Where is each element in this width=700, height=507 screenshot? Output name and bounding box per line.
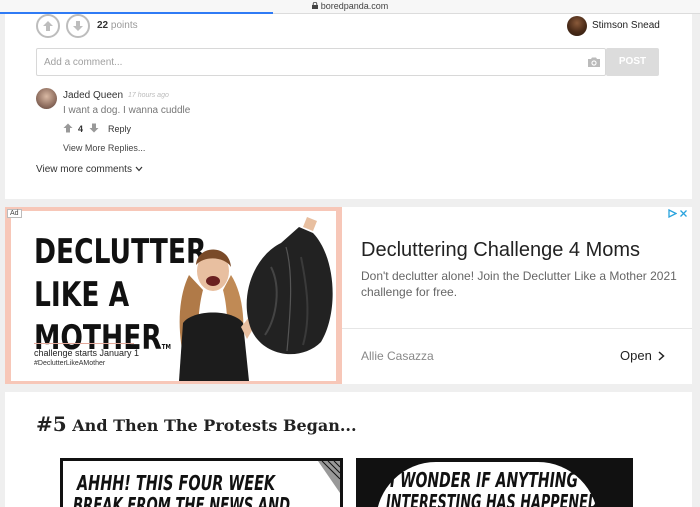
article-title-text: And Then The Protests Began...: [72, 416, 357, 435]
arrow-up-icon: [43, 21, 53, 31]
url-display[interactable]: boredpanda.com: [0, 1, 700, 11]
comic-text-line: BREAK FROM THE NEWS AND: [73, 493, 291, 507]
camera-icon[interactable]: [587, 56, 601, 68]
points-count: 22 points: [97, 20, 138, 31]
browser-url-bar[interactable]: boredpanda.com: [0, 0, 700, 14]
ad-advertiser: Allie Casazza: [361, 349, 434, 363]
lock-icon: [311, 2, 318, 9]
commenter-name[interactable]: Jaded Queen: [63, 90, 123, 101]
ad-label: Ad: [7, 209, 22, 218]
comment-downvote-icon[interactable]: [89, 123, 99, 133]
comic-text-line: AHHH! THIS FOUR WEEK: [77, 471, 276, 495]
ad-title[interactable]: Decluttering Challenge 4 Moms: [361, 239, 640, 262]
comic-text-line: I WONDER IF ANYTHING: [390, 468, 579, 492]
arrow-down-icon: [73, 21, 83, 31]
ad-banner-divider: [34, 343, 134, 344]
trash-bag-photo: [246, 217, 333, 355]
view-more-replies-link[interactable]: View More Replies...: [63, 143, 145, 153]
comment-vote-count: 4: [78, 124, 84, 134]
downvote-button[interactable]: [66, 14, 90, 38]
article-item: #5 And Then The Protests Began... AHHH! …: [5, 392, 692, 507]
article-number: #5: [36, 412, 67, 436]
ad-divider: [342, 328, 692, 329]
view-more-comments-link[interactable]: View more comments: [36, 164, 143, 175]
view-more-comments-label: View more comments: [36, 164, 132, 175]
comment-input[interactable]: [37, 49, 577, 75]
points-label: points: [110, 20, 138, 31]
ad-open-label: Open: [620, 348, 652, 363]
author-name[interactable]: Stimson Snead: [592, 20, 660, 31]
points-value: 22: [97, 20, 109, 31]
advertisement[interactable]: Ad DECLUTTER LIKE A MOTHERTM challenge s…: [5, 207, 692, 384]
ad-banner-inner: DECLUTTER LIKE A MOTHERTM challenge star…: [11, 211, 336, 381]
ad-banner-hashtag: #DeclutterLikeAMother: [34, 360, 106, 367]
chevron-down-icon: [135, 166, 143, 172]
post-comment-button[interactable]: POST: [606, 48, 659, 76]
ad-description: Don't declutter alone! Join the Declutte…: [361, 269, 677, 299]
ad-open-button[interactable]: Open: [620, 348, 665, 363]
comment-text: I want a dog. I wanna cuddle: [63, 105, 191, 116]
author-avatar[interactable]: [567, 16, 587, 36]
comic-hatching: [318, 461, 340, 493]
ad-banner-subtitle: challenge starts January 1: [34, 348, 140, 358]
ad-choices[interactable]: [668, 209, 688, 218]
comic-panel-2[interactable]: I WONDER IF ANYTHING INTERESTING HAS HAP…: [356, 458, 633, 507]
reply-link[interactable]: Reply: [108, 124, 131, 134]
comments-section: 22 points Stimson Snead POST Jaded Queen…: [5, 14, 692, 199]
url-text: boredpanda.com: [320, 1, 389, 11]
ad-choices-icon[interactable]: [668, 209, 677, 218]
comic-panel-1[interactable]: AHHH! THIS FOUR WEEK BREAK FROM THE NEWS…: [60, 458, 343, 507]
comment-upvote-icon[interactable]: [63, 123, 73, 133]
upvote-button[interactable]: [36, 14, 60, 38]
comment-timestamp: 17 hours ago: [128, 92, 169, 99]
chevron-right-icon: [658, 351, 665, 361]
commenter-avatar[interactable]: [36, 88, 57, 109]
close-icon[interactable]: [679, 209, 688, 218]
article-title[interactable]: #5 And Then The Protests Began...: [36, 412, 357, 436]
comic-text-line: INTERESTING HAS HAPPENED: [386, 490, 599, 507]
ad-banner-image[interactable]: DECLUTTER LIKE A MOTHERTM challenge star…: [5, 207, 342, 384]
comment-input-box: [36, 48, 606, 76]
